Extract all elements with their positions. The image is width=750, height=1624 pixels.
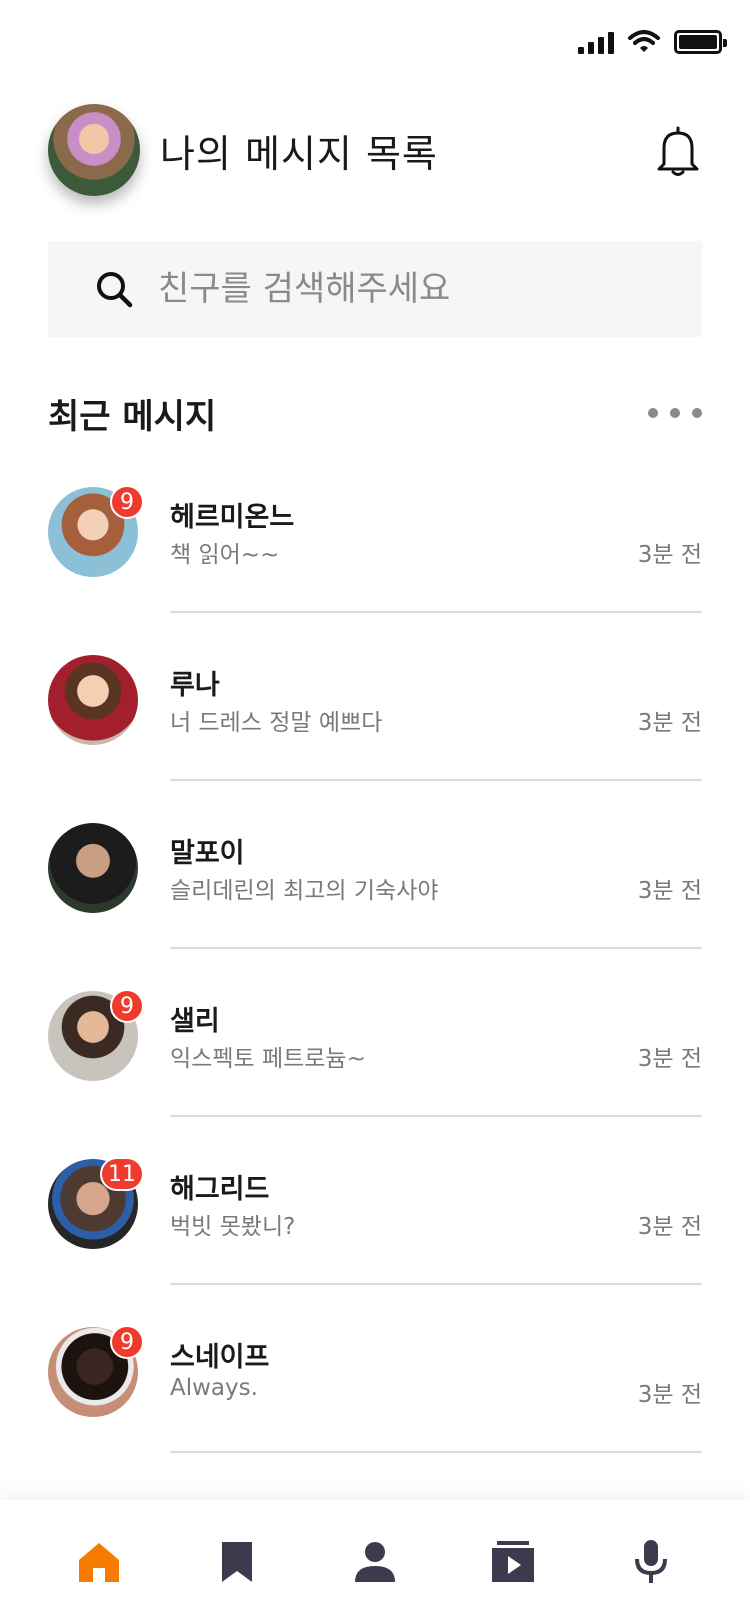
avatar: 9	[48, 485, 144, 577]
status-icons	[578, 30, 727, 54]
signal-icon	[578, 30, 614, 54]
unread-badge: 11	[100, 1157, 144, 1191]
avatar	[48, 823, 138, 913]
message-item[interactable]: 9 샐리 익스펙토 페트로늄~ 3분 전	[48, 979, 702, 1147]
section-title: 최근 메시지	[48, 396, 217, 437]
search-input[interactable]	[158, 269, 638, 309]
message-preview: 슬리데린의 최고의 기숙사야	[170, 878, 439, 904]
message-item[interactable]: 11 해그리드 벅빗 못봤니? 3분 전	[48, 1147, 702, 1315]
message-list: 9 헤르미온느 책 읽어~~ 3분 전 루나 너 드레스 정말 예쁘다 3분 전…	[48, 475, 702, 1483]
divider	[170, 1451, 702, 1453]
avatar: 11	[48, 1157, 144, 1249]
avatar	[48, 655, 138, 745]
nav-microphone[interactable]	[611, 1522, 691, 1602]
home-icon	[79, 1543, 119, 1582]
message-item[interactable]: 루나 너 드레스 정말 예쁘다 3분 전	[48, 643, 702, 811]
user-avatar[interactable]	[48, 104, 140, 196]
more-options-icon[interactable]	[648, 400, 702, 426]
message-item[interactable]: 9 스네이프 Always. 3분 전	[48, 1315, 702, 1483]
message-time: 3분 전	[637, 1214, 702, 1240]
message-preview: Always.	[170, 1375, 258, 1401]
search-bar[interactable]	[48, 241, 702, 337]
contact-name: 해그리드	[170, 1174, 270, 1205]
header: 나의 메시지 목록	[48, 104, 702, 196]
message-preview: 책 읽어~~	[170, 542, 280, 568]
bottom-nav	[0, 1500, 750, 1624]
avatar: 9	[48, 989, 144, 1081]
unread-badge: 9	[110, 1325, 144, 1359]
message-time: 3분 전	[637, 710, 702, 736]
bell-icon[interactable]	[654, 124, 702, 178]
nav-profile[interactable]	[335, 1522, 415, 1602]
video-icon	[492, 1541, 534, 1582]
unread-badge: 9	[110, 989, 144, 1023]
message-time: 3분 전	[637, 542, 702, 568]
nav-home[interactable]	[59, 1522, 139, 1602]
contact-name: 샐리	[170, 1006, 220, 1037]
divider	[170, 1283, 702, 1285]
message-time: 3분 전	[637, 1382, 702, 1408]
contact-name: 루나	[170, 670, 220, 701]
status-bar	[0, 0, 750, 90]
divider	[170, 611, 702, 613]
message-preview: 벅빗 못봤니?	[170, 1214, 296, 1240]
profile-icon	[355, 1542, 395, 1582]
divider	[170, 779, 702, 781]
divider	[170, 947, 702, 949]
message-preview: 너 드레스 정말 예쁘다	[170, 710, 383, 736]
page-title: 나의 메시지 목록	[160, 131, 438, 176]
search-icon	[97, 272, 133, 308]
battery-icon	[674, 30, 727, 54]
unread-badge: 9	[110, 485, 144, 519]
recent-messages-header: 최근 메시지	[48, 386, 702, 440]
message-item[interactable]: 말포이 슬리데린의 최고의 기숙사야 3분 전	[48, 811, 702, 979]
message-time: 3분 전	[637, 878, 702, 904]
contact-name: 스네이프	[170, 1342, 270, 1373]
message-preview: 익스펙토 페트로늄~	[170, 1046, 366, 1072]
divider	[170, 1115, 702, 1117]
message-time: 3분 전	[637, 1046, 702, 1072]
bookmark-icon	[222, 1542, 252, 1582]
message-item[interactable]: 9 헤르미온느 책 읽어~~ 3분 전	[48, 475, 702, 643]
wifi-icon	[628, 30, 660, 52]
nav-bookmark[interactable]	[197, 1522, 277, 1602]
nav-video[interactable]	[473, 1522, 553, 1602]
contact-name: 헤르미온느	[170, 502, 295, 533]
microphone-icon	[635, 1540, 667, 1583]
contact-name: 말포이	[170, 838, 245, 869]
avatar: 9	[48, 1325, 144, 1417]
